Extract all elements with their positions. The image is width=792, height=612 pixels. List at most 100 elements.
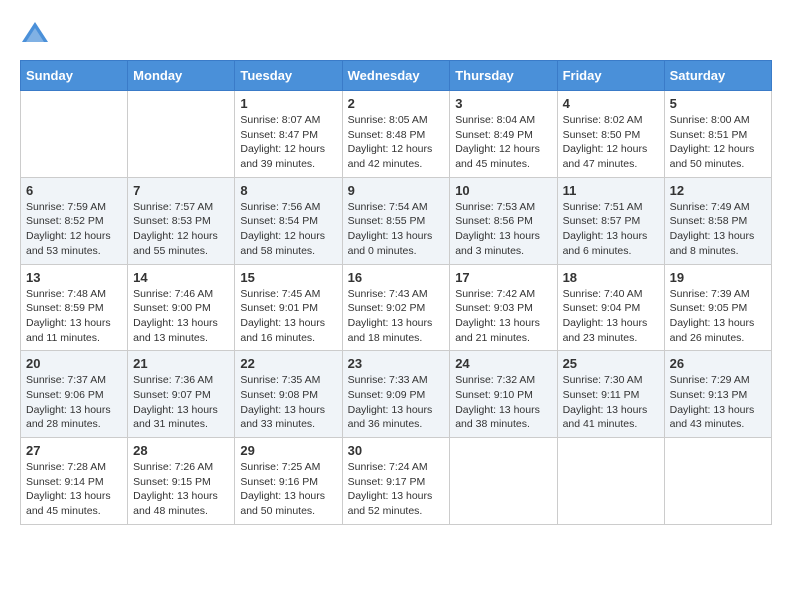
day-number: 13 [26,270,122,285]
day-info: Sunrise: 7:28 AMSunset: 9:14 PMDaylight:… [26,460,122,519]
calendar-cell: 16 Sunrise: 7:43 AMSunset: 9:02 PMDayligh… [342,264,450,351]
calendar-cell: 25 Sunrise: 7:30 AMSunset: 9:11 PMDayligh… [557,351,664,438]
day-info: Sunrise: 7:56 AMSunset: 8:54 PMDaylight:… [240,200,336,259]
day-info: Sunrise: 7:54 AMSunset: 8:55 PMDaylight:… [348,200,445,259]
calendar-cell: 14 Sunrise: 7:46 AMSunset: 9:00 PMDayligh… [128,264,235,351]
day-number: 16 [348,270,445,285]
day-number: 9 [348,183,445,198]
day-info: Sunrise: 7:39 AMSunset: 9:05 PMDaylight:… [670,287,766,346]
day-info: Sunrise: 7:51 AMSunset: 8:57 PMDaylight:… [563,200,659,259]
day-number: 15 [240,270,336,285]
calendar-cell: 5 Sunrise: 8:00 AMSunset: 8:51 PMDaylight… [664,91,771,178]
day-info: Sunrise: 8:02 AMSunset: 8:50 PMDaylight:… [563,113,659,172]
day-info: Sunrise: 7:32 AMSunset: 9:10 PMDaylight:… [455,373,551,432]
day-number: 19 [670,270,766,285]
calendar-cell: 3 Sunrise: 8:04 AMSunset: 8:49 PMDaylight… [450,91,557,178]
header-monday: Monday [128,61,235,91]
calendar-cell: 30Sunrise: 7:24 AMSunset: 9:17 PMDayligh… [342,438,450,525]
calendar-cell: 29Sunrise: 7:25 AMSunset: 9:16 PMDayligh… [235,438,342,525]
calendar-cell [450,438,557,525]
day-number: 4 [563,96,659,111]
day-number: 8 [240,183,336,198]
header-thursday: Thursday [450,61,557,91]
page-header [20,20,772,50]
day-info: Sunrise: 7:29 AMSunset: 9:13 PMDaylight:… [670,373,766,432]
calendar-table: SundayMondayTuesdayWednesdayThursdayFrid… [20,60,772,525]
day-number: 1 [240,96,336,111]
calendar-cell: 18 Sunrise: 7:40 AMSunset: 9:04 PMDayligh… [557,264,664,351]
calendar-cell: 12 Sunrise: 7:49 AMSunset: 8:58 PMDayligh… [664,177,771,264]
day-info: Sunrise: 8:04 AMSunset: 8:49 PMDaylight:… [455,113,551,172]
calendar-cell: 13 Sunrise: 7:48 AMSunset: 8:59 PMDayligh… [21,264,128,351]
calendar-cell: 15 Sunrise: 7:45 AMSunset: 9:01 PMDayligh… [235,264,342,351]
calendar-cell [21,91,128,178]
calendar-cell: 1 Sunrise: 8:07 AMSunset: 8:47 PMDaylight… [235,91,342,178]
day-info: Sunrise: 7:45 AMSunset: 9:01 PMDaylight:… [240,287,336,346]
calendar-cell: 11Sunrise: 7:51 AMSunset: 8:57 PMDayligh… [557,177,664,264]
day-number: 3 [455,96,551,111]
day-number: 5 [670,96,766,111]
calendar-cell: 22Sunrise: 7:35 AMSunset: 9:08 PMDayligh… [235,351,342,438]
calendar-cell: 9 Sunrise: 7:54 AMSunset: 8:55 PMDaylight… [342,177,450,264]
day-number: 18 [563,270,659,285]
week-row-1: 1 Sunrise: 8:07 AMSunset: 8:47 PMDaylight… [21,91,772,178]
day-info: Sunrise: 7:59 AMSunset: 8:52 PMDaylight:… [26,200,122,259]
day-number: 6 [26,183,122,198]
day-number: 14 [133,270,229,285]
day-info: Sunrise: 7:40 AMSunset: 9:04 PMDaylight:… [563,287,659,346]
calendar-cell: 27 Sunrise: 7:28 AMSunset: 9:14 PMDayligh… [21,438,128,525]
day-number: 12 [670,183,766,198]
day-info: Sunrise: 7:26 AMSunset: 9:15 PMDaylight:… [133,460,229,519]
week-row-5: 27 Sunrise: 7:28 AMSunset: 9:14 PMDayligh… [21,438,772,525]
calendar-cell: 26 Sunrise: 7:29 AMSunset: 9:13 PMDayligh… [664,351,771,438]
header-row: SundayMondayTuesdayWednesdayThursdayFrid… [21,61,772,91]
day-info: Sunrise: 7:49 AMSunset: 8:58 PMDaylight:… [670,200,766,259]
day-number: 10 [455,183,551,198]
calendar-cell: 28 Sunrise: 7:26 AMSunset: 9:15 PMDayligh… [128,438,235,525]
day-info: Sunrise: 8:07 AMSunset: 8:47 PMDaylight:… [240,113,336,172]
calendar-cell: 6 Sunrise: 7:59 AMSunset: 8:52 PMDaylight… [21,177,128,264]
calendar-body: 1 Sunrise: 8:07 AMSunset: 8:47 PMDaylight… [21,91,772,525]
calendar-cell: 7Sunrise: 7:57 AMSunset: 8:53 PMDaylight… [128,177,235,264]
day-info: Sunrise: 8:05 AMSunset: 8:48 PMDaylight:… [348,113,445,172]
week-row-4: 20 Sunrise: 7:37 AMSunset: 9:06 PMDayligh… [21,351,772,438]
day-number: 2 [348,96,445,111]
header-friday: Friday [557,61,664,91]
header-tuesday: Tuesday [235,61,342,91]
day-number: 30 [348,443,445,458]
calendar-cell: 2 Sunrise: 8:05 AMSunset: 8:48 PMDaylight… [342,91,450,178]
day-number: 26 [670,356,766,371]
day-info: Sunrise: 7:43 AMSunset: 9:02 PMDaylight:… [348,287,445,346]
day-info: Sunrise: 7:30 AMSunset: 9:11 PMDaylight:… [563,373,659,432]
calendar-cell: 23 Sunrise: 7:33 AMSunset: 9:09 PMDayligh… [342,351,450,438]
day-number: 25 [563,356,659,371]
calendar-cell: 10 Sunrise: 7:53 AMSunset: 8:56 PMDayligh… [450,177,557,264]
day-info: Sunrise: 7:25 AMSunset: 9:16 PMDaylight:… [240,460,336,519]
calendar-cell: 24 Sunrise: 7:32 AMSunset: 9:10 PMDayligh… [450,351,557,438]
day-info: Sunrise: 7:33 AMSunset: 9:09 PMDaylight:… [348,373,445,432]
day-number: 20 [26,356,122,371]
header-wednesday: Wednesday [342,61,450,91]
day-info: Sunrise: 7:48 AMSunset: 8:59 PMDaylight:… [26,287,122,346]
day-number: 27 [26,443,122,458]
calendar-cell: 17Sunrise: 7:42 AMSunset: 9:03 PMDayligh… [450,264,557,351]
header-sunday: Sunday [21,61,128,91]
calendar-cell: 8 Sunrise: 7:56 AMSunset: 8:54 PMDaylight… [235,177,342,264]
day-info: Sunrise: 7:57 AMSunset: 8:53 PMDaylight:… [133,200,229,259]
day-info: Sunrise: 7:37 AMSunset: 9:06 PMDaylight:… [26,373,122,432]
calendar-cell: 20 Sunrise: 7:37 AMSunset: 9:06 PMDayligh… [21,351,128,438]
day-number: 21 [133,356,229,371]
logo [20,20,54,50]
calendar-cell [664,438,771,525]
day-info: Sunrise: 8:00 AMSunset: 8:51 PMDaylight:… [670,113,766,172]
day-number: 28 [133,443,229,458]
day-info: Sunrise: 7:53 AMSunset: 8:56 PMDaylight:… [455,200,551,259]
calendar-cell: 4 Sunrise: 8:02 AMSunset: 8:50 PMDaylight… [557,91,664,178]
day-number: 23 [348,356,445,371]
calendar-cell: 19 Sunrise: 7:39 AMSunset: 9:05 PMDayligh… [664,264,771,351]
day-info: Sunrise: 7:36 AMSunset: 9:07 PMDaylight:… [133,373,229,432]
day-info: Sunrise: 7:46 AMSunset: 9:00 PMDaylight:… [133,287,229,346]
week-row-2: 6 Sunrise: 7:59 AMSunset: 8:52 PMDaylight… [21,177,772,264]
week-row-3: 13 Sunrise: 7:48 AMSunset: 8:59 PMDayligh… [21,264,772,351]
day-number: 24 [455,356,551,371]
